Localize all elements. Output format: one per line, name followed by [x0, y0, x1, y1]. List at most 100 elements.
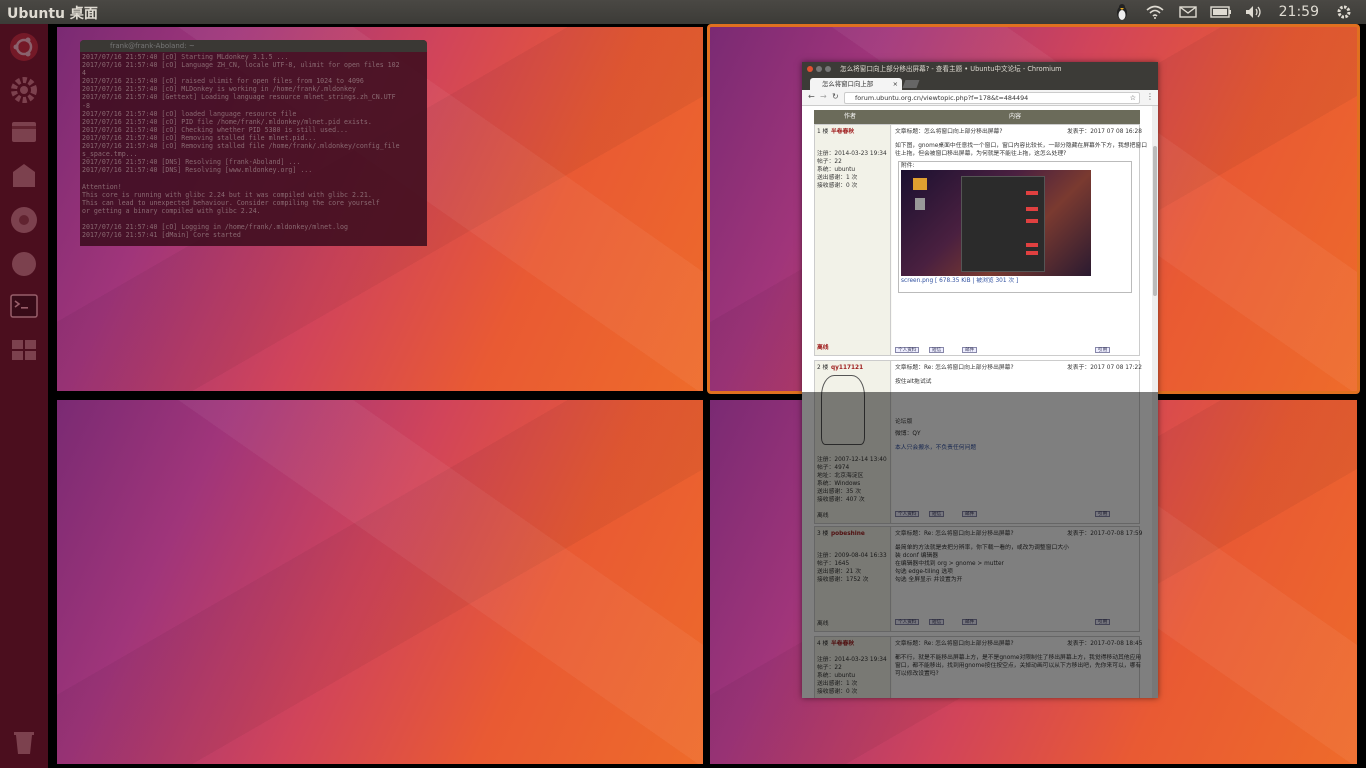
folder-icon [913, 178, 927, 190]
post-author[interactable]: 半卷春秋 [831, 129, 854, 136]
terminal-line: 4 [82, 69, 86, 78]
terminal-line: or getting a binary compiled with glibc … [82, 206, 261, 215]
quote-button[interactable]: 引用 [1095, 347, 1111, 353]
terminal-line: 2017/07/16 21:57:40 [cO] PID file /home/… [82, 117, 372, 126]
author-thanks-recv: 接收感谢：0 次 [817, 183, 858, 189]
app-icon[interactable] [4, 244, 44, 284]
post-subject: 文章标题：Re: 怎么将窗口向上部分移出屏幕? [895, 365, 1014, 371]
terminal-line: 2017/07/16 21:57:40 [cO] Starting MLdonk… [82, 53, 289, 61]
pm-button[interactable]: 短信 [929, 347, 945, 353]
trash-icon[interactable] [4, 722, 44, 762]
gear-icon[interactable] [1327, 0, 1360, 24]
column-content: 内容 [1009, 113, 1022, 120]
menu-icon[interactable]: ⋮ [1146, 92, 1154, 101]
close-icon[interactable] [807, 66, 813, 72]
terminal-line: 2017/07/16 21:57:40 [Gettext] Loading la… [82, 93, 396, 102]
terminal-line: -8 [82, 101, 90, 110]
post-subject: 文章标题：怎么将窗口向上部分移出屏幕? [895, 129, 1003, 135]
browser-tab[interactable]: 怎么将窗口向上部 × [810, 78, 902, 90]
software-center-icon[interactable] [4, 156, 44, 196]
post-date: 发表于：2017 07 08 16:28 [1067, 129, 1142, 135]
tab-close-icon[interactable]: × [893, 78, 898, 90]
attachment-box: 附件: screen.png [ 678.35 KiB | 被浏览 301 次 … [898, 161, 1132, 293]
top-panel: Ubuntu 桌面 21:59 [0, 0, 1366, 24]
terminal-line: 2017/07/16 21:57:41 [dMain] Core started [82, 231, 241, 240]
post-body-line: 按住alt拖试试 [895, 379, 932, 385]
terminal-titlebar[interactable]: frank@frank-Aboland: ~ [80, 40, 427, 52]
offscreen-dim-overlay [802, 392, 1158, 698]
bookmark-star-icon[interactable]: ☆ [1130, 93, 1136, 104]
wifi-icon[interactable] [1139, 0, 1172, 24]
terminal-line: 2017/07/16 21:57:40 [cO] Language ZH_CN,… [82, 61, 400, 70]
terminal-line: 2017/07/16 21:57:40 [DNS] Resolving [www… [82, 166, 313, 175]
post-author-panel: 1 楼 半卷春秋 注册：2014-03-23 19:34 帖子：22 系统：ub… [815, 125, 891, 355]
scrollbar-thumb[interactable] [1153, 146, 1157, 296]
tab-label: 怎么将窗口向上部 [822, 80, 874, 88]
terminal-line: This core is running with glibc 2.24 but… [82, 190, 372, 199]
column-author: 作者 [844, 113, 857, 120]
files-icon[interactable] [4, 112, 44, 152]
terminal-line: This can lead to unexpected behaviour. C… [82, 198, 380, 207]
post-floor: 1 楼 [817, 129, 829, 135]
attachment-label: 附件: [901, 163, 915, 169]
author-posts: 帖子：22 [817, 159, 842, 165]
app-title: Ubuntu 桌面 [7, 6, 98, 22]
post-body-line: 如下图，gnome桌面中任意找一个窗口，窗口内容比较长，一部分隐藏在屏幕外下方，… [895, 143, 1147, 149]
chromium-window[interactable]: 怎么将窗口向上部分移出屏幕? - 查看主题 • Ubuntu中文论坛 - Chr… [802, 62, 1158, 698]
back-icon[interactable]: ← [808, 92, 815, 101]
terminal-line: 2017/07/16 21:57:40 [cO] Removing stalle… [82, 142, 400, 151]
email-button[interactable]: 邮件 [962, 347, 978, 353]
workspaces-icon[interactable] [4, 330, 44, 370]
forum-post: 1 楼 半卷春秋 注册：2014-03-23 19:34 帖子：22 系统：ub… [814, 124, 1147, 356]
post-floor: 2 楼 [817, 365, 829, 371]
terminal-line: 2017/07/16 21:57:40 [cO] raised ulimit f… [82, 77, 364, 86]
tab-strip: 怎么将窗口向上部 × [802, 76, 1158, 90]
clock[interactable]: 21:59 [1271, 0, 1327, 24]
terminal-line: 2017/07/16 21:57:40 [cO] Checking whethe… [82, 125, 348, 134]
forward-icon[interactable]: → [820, 92, 827, 101]
new-tab-button[interactable] [902, 80, 920, 88]
terminal-line: 2017/07/16 21:57:40 [cO] Logging in /hom… [82, 222, 348, 231]
minimize-icon[interactable] [816, 66, 822, 72]
settings-dialog-image [961, 176, 1045, 272]
terminal-line: 2017/07/16 21:57:40 [cO] MLDonkey is wor… [82, 85, 356, 94]
volume-icon[interactable] [1238, 0, 1271, 24]
terminal-window[interactable]: frank@frank-Aboland: ~ 2017/07/16 21:57:… [80, 40, 427, 246]
author-system: 系统：ubuntu [817, 167, 856, 173]
attachment-image[interactable] [901, 170, 1091, 276]
terminal-line: 2017/07/16 21:57:40 [cO] Removing stalle… [82, 133, 317, 142]
settings-icon[interactable] [4, 70, 44, 110]
online-status: 离线 [817, 345, 829, 351]
post-date: 发表于：2017 07 08 17:22 [1067, 365, 1142, 371]
post-content: 文章标题：怎么将窗口向上部分移出屏幕? 发表于：2017 07 08 16:28… [892, 125, 1147, 355]
post-body-line: 往上拖，但会被窗口移出屏幕，为何就是不能往上拖，这怎么处理? [895, 151, 1067, 157]
toolbar: ← → ↻ forum.ubuntu.org.cn/viewtopic.php?… [802, 90, 1158, 106]
forum-table-header: 作者 内容 [814, 110, 1140, 124]
terminal-line: Attention! [82, 182, 122, 191]
reload-icon[interactable]: ↻ [832, 92, 839, 101]
ubuntu-dash-icon[interactable] [4, 27, 44, 67]
mail-icon[interactable] [1172, 0, 1205, 24]
workspace-3[interactable] [57, 400, 703, 764]
chromium-icon[interactable] [4, 200, 44, 240]
terminal-line: 2017/07/16 21:57:40 [DNS] Resolving [fra… [82, 158, 301, 167]
keyboard-icon[interactable] [1205, 0, 1238, 24]
trash-icon [915, 198, 925, 210]
maximize-icon[interactable] [825, 66, 831, 72]
terminal-icon[interactable] [4, 286, 44, 326]
launcher [0, 24, 48, 768]
terminal-line: 2017/07/16 21:57:40 [cO] loaded language… [82, 109, 297, 118]
address-bar[interactable]: forum.ubuntu.org.cn/viewtopic.php?f=178&… [844, 92, 1140, 104]
url-text: forum.ubuntu.org.cn/viewtopic.php?f=178&… [855, 94, 1029, 102]
chromium-titlebar[interactable]: 怎么将窗口向上部分移出屏幕? - 查看主题 • Ubuntu中文论坛 - Chr… [802, 62, 1158, 76]
attachment-file[interactable]: screen.png [ 678.35 KiB | 被浏览 301 次 ] [901, 278, 1018, 285]
profile-button[interactable]: 个人资料 [895, 347, 920, 353]
terminal-output: 2017/07/16 21:57:40 [cO] Starting MLdonk… [80, 52, 427, 240]
author-thanks-sent: 送出感谢：1 次 [817, 175, 858, 181]
author-reg: 注册：2014-03-23 19:34 [817, 151, 887, 157]
tux-icon[interactable] [1106, 0, 1139, 24]
window-title: 怎么将窗口向上部分移出屏幕? - 查看主题 • Ubuntu中文论坛 - Chr… [840, 65, 1062, 73]
post-author[interactable]: qy117121 [831, 365, 863, 372]
